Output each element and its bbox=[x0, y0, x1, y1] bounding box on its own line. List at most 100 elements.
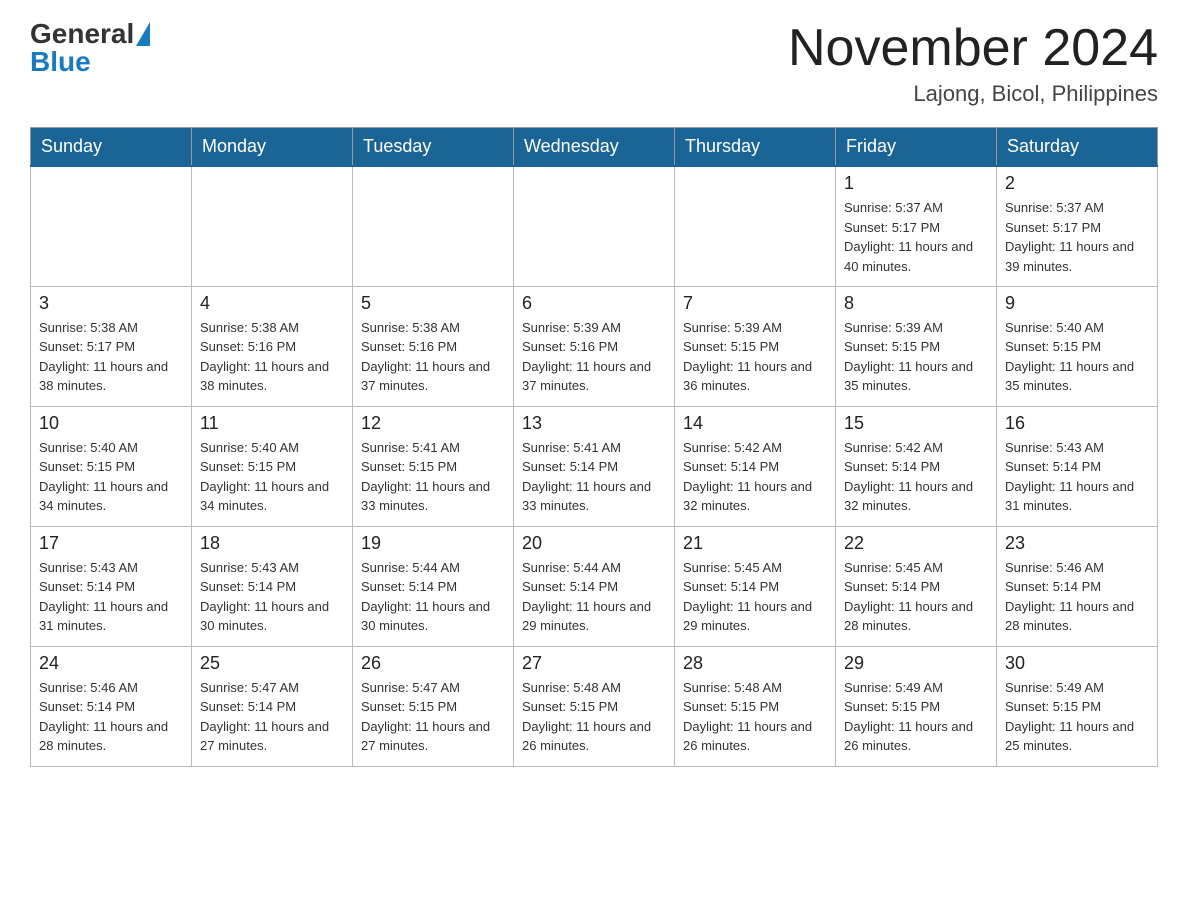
day-info: Sunrise: 5:43 AMSunset: 5:14 PMDaylight:… bbox=[1005, 438, 1149, 516]
day-info: Sunrise: 5:47 AMSunset: 5:15 PMDaylight:… bbox=[361, 678, 505, 756]
day-number: 25 bbox=[200, 653, 344, 674]
day-info: Sunrise: 5:38 AMSunset: 5:16 PMDaylight:… bbox=[361, 318, 505, 396]
day-info: Sunrise: 5:39 AMSunset: 5:15 PMDaylight:… bbox=[683, 318, 827, 396]
calendar-cell: 19 Sunrise: 5:44 AMSunset: 5:14 PMDayligh… bbox=[353, 526, 514, 646]
day-number: 9 bbox=[1005, 293, 1149, 314]
calendar-cell: 18 Sunrise: 5:43 AMSunset: 5:14 PMDayligh… bbox=[192, 526, 353, 646]
day-info: Sunrise: 5:39 AMSunset: 5:15 PMDaylight:… bbox=[844, 318, 988, 396]
day-number: 30 bbox=[1005, 653, 1149, 674]
day-number: 19 bbox=[361, 533, 505, 554]
day-info: Sunrise: 5:48 AMSunset: 5:15 PMDaylight:… bbox=[683, 678, 827, 756]
day-number: 14 bbox=[683, 413, 827, 434]
calendar-cell: 20 Sunrise: 5:44 AMSunset: 5:14 PMDayligh… bbox=[514, 526, 675, 646]
day-info: Sunrise: 5:37 AMSunset: 5:17 PMDaylight:… bbox=[844, 198, 988, 276]
header-day-tuesday: Tuesday bbox=[353, 128, 514, 167]
calendar-cell bbox=[31, 166, 192, 286]
calendar-cell: 9Sunrise: 5:40 AMSunset: 5:15 PMDaylight… bbox=[997, 286, 1158, 406]
calendar-cell: 3Sunrise: 5:38 AMSunset: 5:17 PMDaylight… bbox=[31, 286, 192, 406]
calendar-cell: 15Sunrise: 5:42 AMSunset: 5:14 PMDayligh… bbox=[836, 406, 997, 526]
day-number: 22 bbox=[844, 533, 988, 554]
page-header: General Blue November 2024 Lajong, Bicol… bbox=[30, 20, 1158, 107]
day-number: 13 bbox=[522, 413, 666, 434]
day-number: 2 bbox=[1005, 173, 1149, 194]
header-day-monday: Monday bbox=[192, 128, 353, 167]
header-day-sunday: Sunday bbox=[31, 128, 192, 167]
week-row-2: 3Sunrise: 5:38 AMSunset: 5:17 PMDaylight… bbox=[31, 286, 1158, 406]
day-number: 23 bbox=[1005, 533, 1149, 554]
calendar-table: SundayMondayTuesdayWednesdayThursdayFrid… bbox=[30, 127, 1158, 767]
title-section: November 2024 Lajong, Bicol, Philippines bbox=[788, 20, 1158, 107]
day-number: 21 bbox=[683, 533, 827, 554]
calendar-cell: 23Sunrise: 5:46 AMSunset: 5:14 PMDayligh… bbox=[997, 526, 1158, 646]
day-info: Sunrise: 5:40 AMSunset: 5:15 PMDaylight:… bbox=[200, 438, 344, 516]
day-number: 18 bbox=[200, 533, 344, 554]
day-number: 3 bbox=[39, 293, 183, 314]
day-info: Sunrise: 5:44 AMSunset: 5:14 PMDaylight:… bbox=[522, 558, 666, 636]
calendar-cell: 1 Sunrise: 5:37 AMSunset: 5:17 PMDaylight… bbox=[836, 166, 997, 286]
day-info: Sunrise: 5:43 AMSunset: 5:14 PMDaylight:… bbox=[39, 558, 183, 636]
day-info: Sunrise: 5:43 AMSunset: 5:14 PMDaylight:… bbox=[200, 558, 344, 636]
day-number: 24 bbox=[39, 653, 183, 674]
day-info: Sunrise: 5:46 AMSunset: 5:14 PMDaylight:… bbox=[39, 678, 183, 756]
calendar-cell: 17 Sunrise: 5:43 AMSunset: 5:14 PMDayligh… bbox=[31, 526, 192, 646]
location-title: Lajong, Bicol, Philippines bbox=[788, 81, 1158, 107]
day-number: 11 bbox=[200, 413, 344, 434]
calendar-cell: 26 Sunrise: 5:47 AMSunset: 5:15 PMDayligh… bbox=[353, 646, 514, 766]
day-number: 1 bbox=[844, 173, 988, 194]
day-info: Sunrise: 5:45 AMSunset: 5:14 PMDaylight:… bbox=[683, 558, 827, 636]
calendar-cell: 7Sunrise: 5:39 AMSunset: 5:15 PMDaylight… bbox=[675, 286, 836, 406]
day-info: Sunrise: 5:45 AMSunset: 5:14 PMDaylight:… bbox=[844, 558, 988, 636]
day-info: Sunrise: 5:49 AMSunset: 5:15 PMDaylight:… bbox=[844, 678, 988, 756]
day-number: 8 bbox=[844, 293, 988, 314]
calendar-cell: 2 Sunrise: 5:37 AMSunset: 5:17 PMDaylight… bbox=[997, 166, 1158, 286]
day-info: Sunrise: 5:44 AMSunset: 5:14 PMDaylight:… bbox=[361, 558, 505, 636]
week-row-5: 24 Sunrise: 5:46 AMSunset: 5:14 PMDayligh… bbox=[31, 646, 1158, 766]
day-info: Sunrise: 5:39 AMSunset: 5:16 PMDaylight:… bbox=[522, 318, 666, 396]
day-number: 5 bbox=[361, 293, 505, 314]
logo: General Blue bbox=[30, 20, 150, 76]
logo-triangle-icon bbox=[136, 22, 150, 46]
week-row-1: 1 Sunrise: 5:37 AMSunset: 5:17 PMDaylight… bbox=[31, 166, 1158, 286]
calendar-cell: 10Sunrise: 5:40 AMSunset: 5:15 PMDayligh… bbox=[31, 406, 192, 526]
day-info: Sunrise: 5:41 AMSunset: 5:14 PMDaylight:… bbox=[522, 438, 666, 516]
calendar-cell: 24 Sunrise: 5:46 AMSunset: 5:14 PMDayligh… bbox=[31, 646, 192, 766]
calendar-cell: 29 Sunrise: 5:49 AMSunset: 5:15 PMDayligh… bbox=[836, 646, 997, 766]
day-info: Sunrise: 5:48 AMSunset: 5:15 PMDaylight:… bbox=[522, 678, 666, 756]
calendar-cell: 28Sunrise: 5:48 AMSunset: 5:15 PMDayligh… bbox=[675, 646, 836, 766]
logo-blue-text: Blue bbox=[30, 46, 91, 77]
day-info: Sunrise: 5:38 AMSunset: 5:16 PMDaylight:… bbox=[200, 318, 344, 396]
calendar-cell: 30Sunrise: 5:49 AMSunset: 5:15 PMDayligh… bbox=[997, 646, 1158, 766]
day-number: 26 bbox=[361, 653, 505, 674]
calendar-cell: 12 Sunrise: 5:41 AMSunset: 5:15 PMDayligh… bbox=[353, 406, 514, 526]
calendar-cell: 22 Sunrise: 5:45 AMSunset: 5:14 PMDayligh… bbox=[836, 526, 997, 646]
day-info: Sunrise: 5:47 AMSunset: 5:14 PMDaylight:… bbox=[200, 678, 344, 756]
calendar-cell bbox=[675, 166, 836, 286]
month-title: November 2024 bbox=[788, 20, 1158, 77]
calendar-cell: 6 Sunrise: 5:39 AMSunset: 5:16 PMDaylight… bbox=[514, 286, 675, 406]
week-row-4: 17 Sunrise: 5:43 AMSunset: 5:14 PMDayligh… bbox=[31, 526, 1158, 646]
day-number: 17 bbox=[39, 533, 183, 554]
day-number: 4 bbox=[200, 293, 344, 314]
day-number: 16 bbox=[1005, 413, 1149, 434]
calendar-cell bbox=[353, 166, 514, 286]
calendar-cell: 5 Sunrise: 5:38 AMSunset: 5:16 PMDaylight… bbox=[353, 286, 514, 406]
header-day-wednesday: Wednesday bbox=[514, 128, 675, 167]
day-info: Sunrise: 5:41 AMSunset: 5:15 PMDaylight:… bbox=[361, 438, 505, 516]
calendar-cell: 8 Sunrise: 5:39 AMSunset: 5:15 PMDaylight… bbox=[836, 286, 997, 406]
calendar-cell: 27 Sunrise: 5:48 AMSunset: 5:15 PMDayligh… bbox=[514, 646, 675, 766]
day-number: 6 bbox=[522, 293, 666, 314]
calendar-cell: 21 Sunrise: 5:45 AMSunset: 5:14 PMDayligh… bbox=[675, 526, 836, 646]
day-number: 12 bbox=[361, 413, 505, 434]
calendar-cell: 13 Sunrise: 5:41 AMSunset: 5:14 PMDayligh… bbox=[514, 406, 675, 526]
day-info: Sunrise: 5:37 AMSunset: 5:17 PMDaylight:… bbox=[1005, 198, 1149, 276]
week-row-3: 10Sunrise: 5:40 AMSunset: 5:15 PMDayligh… bbox=[31, 406, 1158, 526]
calendar-cell: 25 Sunrise: 5:47 AMSunset: 5:14 PMDayligh… bbox=[192, 646, 353, 766]
calendar-cell bbox=[192, 166, 353, 286]
calendar-cell: 16 Sunrise: 5:43 AMSunset: 5:14 PMDayligh… bbox=[997, 406, 1158, 526]
day-number: 20 bbox=[522, 533, 666, 554]
day-number: 29 bbox=[844, 653, 988, 674]
day-info: Sunrise: 5:42 AMSunset: 5:14 PMDaylight:… bbox=[683, 438, 827, 516]
day-number: 27 bbox=[522, 653, 666, 674]
calendar-cell: 14 Sunrise: 5:42 AMSunset: 5:14 PMDayligh… bbox=[675, 406, 836, 526]
day-info: Sunrise: 5:42 AMSunset: 5:14 PMDaylight:… bbox=[844, 438, 988, 516]
